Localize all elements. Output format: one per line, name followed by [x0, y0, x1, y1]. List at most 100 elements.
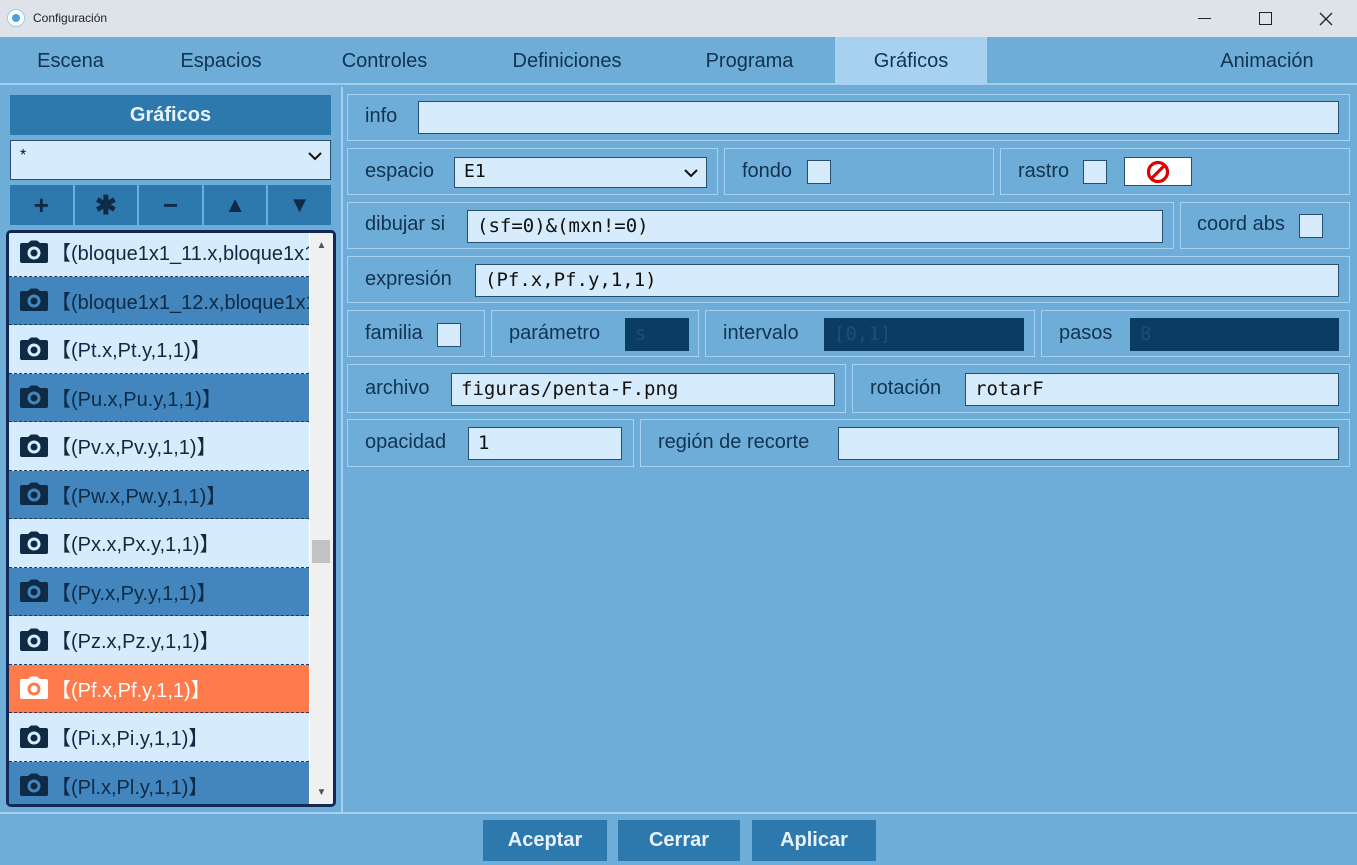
coord-abs-group: coord abs [1180, 202, 1350, 249]
camera-icon [20, 628, 48, 651]
espacio-label: espacio [365, 160, 434, 182]
archivo-group: archivo figuras/penta-F.png [347, 364, 846, 413]
espacio-select[interactable]: E1 [454, 157, 707, 188]
filter-select[interactable]: * [10, 140, 331, 180]
tab-programa[interactable]: Programa [666, 37, 833, 85]
expresion-input[interactable]: (Pf.x,Pf.y,1,1) [475, 264, 1339, 297]
dibujar-si-group: dibujar si (sf=0)&(mxn!=0) [347, 202, 1174, 249]
info-input[interactable] [418, 101, 1339, 134]
scroll-down-arrow-icon[interactable]: ▼ [310, 782, 333, 802]
graphics-list-items: 【(bloque1x1_11.x,bloque1x1_11.y,1,1)】【(b… [9, 233, 309, 804]
move-down-button[interactable]: ▼ [268, 185, 331, 225]
camera-icon [20, 482, 48, 506]
rotacion-input[interactable]: rotarF [965, 373, 1339, 406]
tab-animacion[interactable]: Animación [1179, 37, 1355, 85]
filter-value: * [20, 147, 27, 164]
graphics-list-panel: Gráficos * + ✱ − ▲ ▼ 【(bloque1x1_11.x,bl… [0, 87, 341, 813]
list-item-label: 【(Pt.x,Pt.y,1,1)】 [51, 340, 211, 363]
panel-divider [341, 87, 343, 813]
clone-button[interactable]: ✱ [74, 185, 138, 225]
list-item-label: 【(Px.x,Px.y,1,1)】 [51, 534, 220, 557]
list-item-label: 【(Pz.x,Pz.y,1,1)】 [51, 631, 220, 654]
list-item[interactable]: 【(Pz.x,Pz.y,1,1)】 [9, 616, 309, 665]
window-title: Configuración [33, 11, 108, 25]
close-window-button[interactable] [1303, 0, 1349, 37]
close-icon [1319, 12, 1333, 25]
rotacion-group: rotación rotarF [852, 364, 1350, 413]
scroll-up-arrow-icon[interactable]: ▲ [310, 235, 333, 255]
list-item[interactable]: 【(Py.x,Py.y,1,1)】 [9, 567, 309, 616]
tab-espacios[interactable]: Espacios [141, 37, 301, 85]
coord-abs-checkbox[interactable] [1299, 214, 1323, 238]
familia-checkbox[interactable] [437, 323, 461, 347]
familia-group: familia [347, 310, 485, 357]
list-scrollbar[interactable]: ▲ ▼ [310, 233, 333, 804]
camera-icon [20, 337, 48, 360]
opacidad-group: opacidad 1 [347, 419, 634, 467]
list-item[interactable]: 【(Pw.x,Pw.y,1,1)】 [9, 470, 309, 519]
camera-icon [20, 434, 48, 457]
dibujar-si-input[interactable]: (sf=0)&(mxn!=0) [467, 210, 1163, 243]
camera-icon [20, 773, 48, 797]
rastro-checkbox[interactable] [1083, 160, 1107, 184]
rastro-color-button[interactable] [1124, 157, 1192, 186]
chevron-down-icon [308, 152, 322, 161]
expresion-group: expresión (Pf.x,Pf.y,1,1) [347, 256, 1350, 303]
fondo-label: fondo [742, 160, 793, 182]
accept-button[interactable]: Aceptar [483, 820, 607, 861]
camera-icon [20, 385, 48, 409]
scroll-thumb[interactable] [312, 540, 330, 563]
pasos-input: 8 [1130, 318, 1339, 351]
tab-definiciones[interactable]: Definiciones [468, 37, 666, 85]
region-recorte-label: región de recorte [658, 431, 810, 453]
pasos-label: pasos [1059, 322, 1113, 344]
list-item[interactable]: 【(Pu.x,Pu.y,1,1)】 [9, 373, 309, 422]
list-item-selected[interactable]: 【(Pf.x,Pf.y,1,1)】 [9, 664, 309, 713]
list-item[interactable]: 【(bloque1x1_11.x,bloque1x1_11.y,1,1)】 [9, 233, 309, 277]
list-toolbar: + ✱ − ▲ ▼ [10, 185, 331, 225]
list-item[interactable]: 【(Px.x,Px.y,1,1)】 [9, 519, 309, 568]
espacio-group: espacio E1 [347, 148, 718, 195]
list-item-label: 【(Pv.x,Pv.y,1,1)】 [51, 437, 217, 460]
add-button[interactable]: + [10, 185, 73, 225]
fondo-checkbox[interactable] [807, 160, 831, 184]
parametro-group: parámetro s [491, 310, 699, 357]
opacidad-input[interactable]: 1 [468, 427, 622, 460]
list-item-label: 【(bloque1x1_11.x,bloque1x1_11.y,1,1)】 [51, 243, 309, 266]
list-item[interactable]: 【(Pl.x,Pl.y,1,1)】 [9, 761, 309, 804]
camera-icon [20, 676, 48, 700]
tab-controles[interactable]: Controles [301, 37, 468, 85]
minimize-button[interactable] [1181, 0, 1227, 37]
camera-icon [20, 579, 48, 603]
intervalo-group: intervalo [0,1] [705, 310, 1035, 357]
list-item[interactable]: 【(Pt.x,Pt.y,1,1)】 [9, 325, 309, 374]
parametro-label: parámetro [509, 322, 601, 344]
apply-button[interactable]: Aplicar [752, 820, 876, 861]
list-item[interactable]: 【(bloque1x1_12.x,bloque1x1_12.y,1,1)】 [9, 276, 309, 325]
minimize-icon [1197, 18, 1211, 19]
move-up-button[interactable]: ▲ [203, 185, 267, 225]
close-button[interactable]: Cerrar [618, 820, 740, 861]
region-recorte-input[interactable] [838, 427, 1339, 460]
fondo-group: fondo [724, 148, 994, 195]
tab-bar: Escena Espacios Controles Definiciones P… [0, 37, 1357, 85]
footer-divider [0, 812, 1357, 814]
camera-icon [20, 288, 48, 312]
expresion-label: expresión [365, 268, 452, 290]
list-item[interactable]: 【(Pi.x,Pi.y,1,1)】 [9, 713, 309, 762]
pasos-group: pasos 8 [1041, 310, 1350, 357]
list-item-label: 【(Pu.x,Pu.y,1,1)】 [51, 388, 222, 411]
rastro-label: rastro [1018, 160, 1070, 182]
remove-button[interactable]: − [139, 185, 202, 225]
panel-title: Gráficos [10, 95, 331, 135]
graphics-list: 【(bloque1x1_11.x,bloque1x1_11.y,1,1)】【(b… [6, 230, 336, 807]
list-item-label: 【(Pl.x,Pl.y,1,1)】 [51, 776, 209, 799]
archivo-input[interactable]: figuras/penta-F.png [451, 373, 835, 406]
tab-graficos[interactable]: Gráficos [835, 37, 987, 85]
maximize-button[interactable] [1242, 0, 1288, 37]
list-item[interactable]: 【(Pv.x,Pv.y,1,1)】 [9, 422, 309, 471]
camera-icon [20, 725, 48, 748]
espacio-value: E1 [464, 161, 486, 182]
tab-escena[interactable]: Escena [0, 37, 141, 85]
intervalo-input: [0,1] [824, 318, 1024, 351]
